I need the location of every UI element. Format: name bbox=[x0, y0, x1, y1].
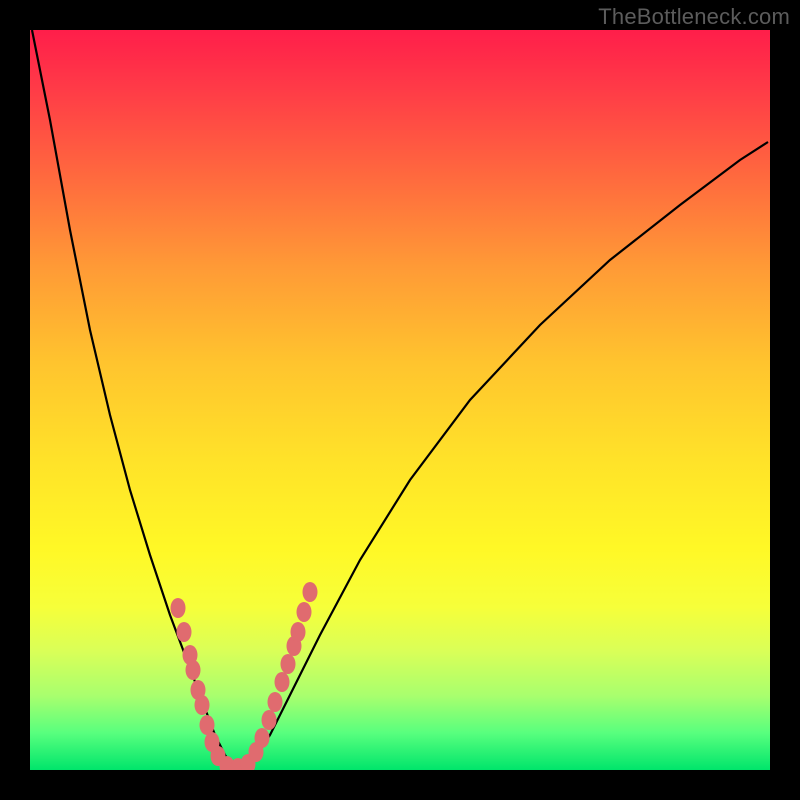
marker-point bbox=[281, 654, 296, 674]
marker-point bbox=[177, 622, 192, 642]
bottleneck-curve-path bbox=[32, 30, 768, 768]
bottleneck-curve-svg bbox=[30, 30, 770, 770]
marker-point bbox=[275, 672, 290, 692]
marker-point bbox=[255, 728, 270, 748]
marker-point bbox=[171, 598, 186, 618]
marker-point bbox=[262, 710, 277, 730]
highlight-markers bbox=[171, 582, 318, 770]
marker-point bbox=[303, 582, 318, 602]
marker-point bbox=[186, 660, 201, 680]
plot-area bbox=[30, 30, 770, 770]
marker-point bbox=[200, 715, 215, 735]
marker-point bbox=[297, 602, 312, 622]
watermark-text: TheBottleneck.com bbox=[598, 4, 790, 30]
marker-point bbox=[268, 692, 283, 712]
marker-point bbox=[291, 622, 306, 642]
marker-point bbox=[195, 695, 210, 715]
outer-frame: TheBottleneck.com bbox=[0, 0, 800, 800]
